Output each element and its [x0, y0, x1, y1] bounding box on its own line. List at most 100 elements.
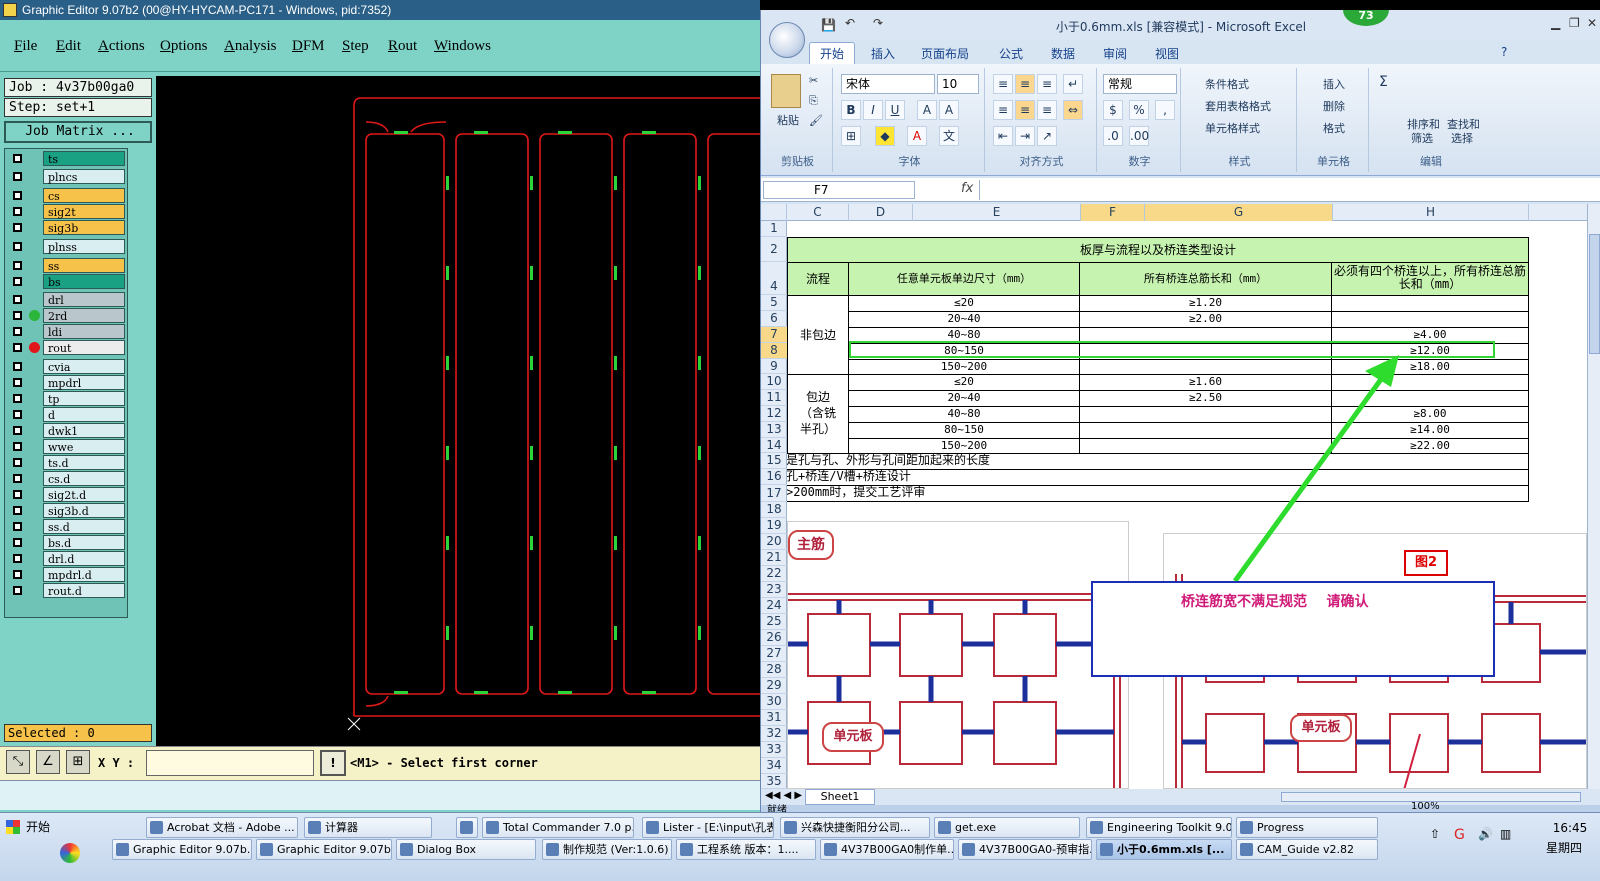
row-header[interactable]: 34	[761, 758, 787, 774]
sheet-grid[interactable]: 板厚与流程以及桥连类型设计 流程 任意单元板单边尺寸（mm） 所有桥连总筋长和（…	[787, 221, 1587, 789]
row-header[interactable]: 25	[761, 614, 787, 630]
redo-icon[interactable]: ↷	[873, 16, 883, 30]
taskbar-button[interactable]: 4V37B00GA0制作单...	[820, 839, 954, 860]
layer-row[interactable]: rout	[7, 340, 127, 355]
layer-name[interactable]: rout	[43, 340, 125, 355]
taskbar-button[interactable]: 兴森快捷衡阳分公司...	[780, 817, 930, 838]
row-header[interactable]: 21	[761, 550, 787, 566]
sort-filter-label-2[interactable]: 筛选	[1411, 130, 1433, 146]
taskbar-button[interactable]: Progress	[1236, 817, 1378, 838]
layer-name[interactable]: drl	[43, 292, 125, 307]
row-header[interactable]: 2	[761, 237, 787, 262]
number-format-combo[interactable]: 常规	[1103, 74, 1177, 94]
layer-name[interactable]: plncs	[43, 169, 125, 184]
row-header[interactable]: 13	[761, 422, 787, 438]
row-header[interactable]: 9	[761, 359, 787, 374]
layer-row[interactable]: mpdrl	[7, 375, 127, 390]
row-header[interactable]: 18	[761, 502, 787, 518]
bold-icon[interactable]: B	[841, 100, 861, 120]
scroll-thumb[interactable]	[1589, 234, 1600, 354]
row-header[interactable]: 6	[761, 311, 787, 327]
graphics-canvas[interactable]	[156, 76, 760, 746]
layer-name[interactable]: wwe	[43, 439, 125, 454]
layer-checkbox[interactable]	[13, 426, 22, 435]
layer-name[interactable]: 2rd	[43, 308, 125, 323]
undo-icon[interactable]: ↶	[845, 16, 855, 30]
formula-input[interactable]	[979, 180, 1599, 200]
cell-styles-button[interactable]: 单元格样式	[1205, 120, 1260, 136]
shrink-font-icon[interactable]: A	[939, 100, 959, 120]
layer-checkbox[interactable]	[13, 570, 22, 579]
layer-name[interactable]: drl.d	[43, 551, 125, 566]
layer-row[interactable]: 2rd	[7, 308, 127, 323]
layer-row[interactable]: cs.d	[7, 471, 127, 486]
select-all-corner[interactable]	[761, 204, 787, 221]
layer-row[interactable]: plnss	[7, 239, 127, 254]
layer-checkbox[interactable]	[13, 394, 22, 403]
row-header[interactable]: 27	[761, 646, 787, 662]
layer-row[interactable]: mpdrl.d	[7, 567, 127, 582]
row-header[interactable]: 12	[761, 406, 787, 422]
layer-checkbox[interactable]	[13, 261, 22, 270]
start-button[interactable]: 开始	[4, 817, 56, 837]
minimize-icon[interactable]: ▁	[1551, 16, 1560, 30]
italic-icon[interactable]: I	[863, 100, 883, 120]
layer-name[interactable]: ldi	[43, 324, 125, 339]
xy-input[interactable]	[146, 750, 314, 776]
row-header[interactable]: 22	[761, 566, 787, 582]
layer-checkbox[interactable]	[13, 343, 22, 352]
row-header[interactable]: 35	[761, 774, 787, 789]
taskbar-button[interactable]: Lister - [E:\input\孔表...	[642, 817, 774, 838]
layer-row[interactable]: dwk1	[7, 423, 127, 438]
excel-titlebar[interactable]: 小于0.6mm.xls [兼容模式] - Microsoft Excel ▁ ❐…	[761, 10, 1600, 40]
conditional-format-button[interactable]: 条件格式	[1205, 76, 1249, 92]
layer-row[interactable]: ss	[7, 258, 127, 273]
column-header-f[interactable]: F	[1081, 204, 1145, 221]
align-center-icon[interactable]: ≡	[1015, 100, 1035, 120]
row-header[interactable]: 10	[761, 374, 787, 390]
align-bottom-icon[interactable]: ≡	[1037, 74, 1057, 94]
tab-home[interactable]: 开始	[809, 42, 856, 64]
tray-arrow-icon[interactable]: ⇧	[1430, 827, 1440, 841]
layer-checkbox[interactable]	[13, 554, 22, 563]
layer-row[interactable]: sig3b	[7, 220, 127, 235]
layer-row[interactable]: bs	[7, 274, 127, 289]
font-color-icon[interactable]: A	[907, 126, 927, 146]
align-top-icon[interactable]: ≡	[993, 74, 1013, 94]
layer-name[interactable]: rout.d	[43, 583, 125, 598]
cut-icon[interactable]: ✂	[809, 74, 818, 87]
percent-icon[interactable]: %	[1129, 100, 1149, 120]
column-header-e[interactable]: E	[913, 204, 1081, 221]
layer-checkbox[interactable]	[13, 277, 22, 286]
layer-row[interactable]: plncs	[7, 169, 127, 184]
sheet-tab[interactable]: Sheet1	[805, 789, 875, 805]
paste-icon[interactable]	[771, 74, 801, 108]
tab-page-layout[interactable]: 页面布局	[921, 45, 969, 62]
layer-checkbox[interactable]	[13, 474, 22, 483]
menu-options[interactable]: Options	[160, 38, 208, 55]
fx-icon[interactable]: fx	[961, 181, 973, 196]
align-left-icon[interactable]: ≡	[993, 100, 1013, 120]
format-painter-icon[interactable]: 🖌	[809, 114, 823, 127]
layer-row[interactable]: sig2t	[7, 204, 127, 219]
zoom-window-icon[interactable]: ⤡	[6, 750, 30, 774]
row-header[interactable]: 7	[761, 327, 787, 343]
decrease-decimal-icon[interactable]: .00	[1129, 126, 1149, 146]
layer-checkbox[interactable]	[13, 154, 22, 163]
row-header[interactable]: 30	[761, 694, 787, 710]
volume-icon[interactable]: 🔊	[1478, 827, 1493, 841]
row-header[interactable]: 23	[761, 582, 787, 598]
align-middle-icon[interactable]: ≡	[1015, 74, 1035, 94]
graphic-editor-titlebar[interactable]: Graphic Editor 9.07b2 (00@HY-HYCAM-PC171…	[0, 0, 760, 20]
layer-name[interactable]: ss	[43, 258, 125, 273]
layer-checkbox[interactable]	[13, 410, 22, 419]
layer-row[interactable]: ts.d	[7, 455, 127, 470]
layer-row[interactable]: ts	[7, 151, 127, 166]
clock-time[interactable]: 16:45	[1540, 821, 1600, 835]
measure-icon[interactable]: ∠	[36, 750, 60, 774]
taskbar-button[interactable]: Dialog Box	[396, 839, 536, 860]
border-icon[interactable]: ⊞	[841, 126, 861, 146]
layer-row[interactable]: rout.d	[7, 583, 127, 598]
layer-checkbox[interactable]	[13, 191, 22, 200]
taskbar-button[interactable]: 制作规范 (Ver:1.0.6)	[542, 839, 672, 860]
